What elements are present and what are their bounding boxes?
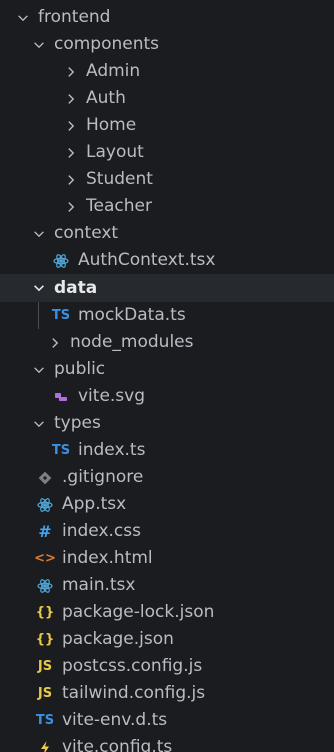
folder-label: Admin	[86, 61, 141, 81]
file-package-json[interactable]: {} package.json	[0, 626, 334, 653]
chevron-right-icon	[62, 117, 80, 135]
file-label: .gitignore	[62, 467, 144, 487]
folder-label: Auth	[86, 88, 126, 108]
folder-home[interactable]: Home	[0, 112, 334, 139]
folder-layout[interactable]: Layout	[0, 139, 334, 166]
file-label: index.css	[62, 521, 141, 541]
folder-components[interactable]: components	[0, 31, 334, 58]
file-main-tsx[interactable]: main.tsx	[0, 572, 334, 599]
file-label: App.tsx	[62, 494, 127, 514]
folder-label: types	[54, 413, 101, 433]
file-label: postcss.config.js	[62, 656, 203, 676]
chevron-down-icon	[14, 9, 32, 27]
folder-label: context	[54, 223, 119, 243]
folder-admin[interactable]: Admin	[0, 58, 334, 85]
folder-label: frontend	[38, 7, 111, 27]
folder-auth[interactable]: Auth	[0, 85, 334, 112]
file-label: vite-env.d.ts	[62, 710, 168, 730]
file-mock-data[interactable]: TS mockData.ts	[0, 302, 334, 329]
typescript-icon: TS	[51, 308, 71, 323]
javascript-icon: JS	[37, 659, 53, 674]
chevron-right-icon	[62, 90, 80, 108]
folder-label: public	[54, 359, 106, 379]
file-label: tailwind.config.js	[62, 683, 206, 703]
chevron-right-icon	[62, 63, 80, 81]
file-label: AuthContext.tsx	[78, 250, 216, 270]
file-label: vite.svg	[78, 386, 146, 406]
folder-label: Student	[86, 169, 153, 189]
file-index-css[interactable]: # index.css	[0, 518, 334, 545]
folder-student[interactable]: Student	[0, 166, 334, 193]
typescript-icon: TS	[35, 713, 55, 728]
react-icon	[50, 253, 72, 269]
folder-frontend[interactable]: frontend	[0, 4, 334, 31]
chevron-right-icon	[62, 171, 80, 189]
svg-file-icon	[50, 389, 72, 405]
folder-data[interactable]: data	[0, 274, 334, 302]
chevron-right-icon	[62, 198, 80, 216]
file-vite-config[interactable]: vite.config.ts	[0, 734, 334, 752]
folder-types[interactable]: types	[0, 410, 334, 437]
file-auth-context[interactable]: AuthContext.tsx	[0, 247, 334, 274]
typescript-icon: TS	[51, 443, 71, 458]
indent-guide	[38, 302, 39, 329]
file-index-html[interactable]: <> index.html	[0, 545, 334, 572]
file-gitignore[interactable]: .gitignore	[0, 464, 334, 491]
folder-teacher[interactable]: Teacher	[0, 193, 334, 220]
chevron-right-icon	[62, 144, 80, 162]
file-app-tsx[interactable]: App.tsx	[0, 491, 334, 518]
file-label: mockData.ts	[78, 305, 186, 325]
file-label: main.tsx	[62, 575, 136, 595]
folder-node-modules[interactable]: node_modules	[0, 329, 334, 356]
folder-label: components	[54, 34, 160, 54]
css-icon: #	[38, 522, 52, 541]
folder-label: node_modules	[70, 332, 194, 352]
chevron-down-icon	[30, 279, 48, 297]
chevron-down-icon	[30, 415, 48, 433]
json-icon: {}	[35, 605, 55, 620]
file-postcss-config[interactable]: JS postcss.config.js	[0, 653, 334, 680]
file-label: vite.config.ts	[62, 737, 173, 752]
file-label: package.json	[62, 629, 174, 649]
folder-context[interactable]: context	[0, 220, 334, 247]
git-icon	[34, 470, 56, 486]
chevron-down-icon	[30, 36, 48, 54]
folder-label: Home	[86, 115, 137, 135]
file-vite-env[interactable]: TS vite-env.d.ts	[0, 707, 334, 734]
folder-public[interactable]: public	[0, 356, 334, 383]
file-package-lock-json[interactable]: {} package-lock.json	[0, 599, 334, 626]
chevron-down-icon	[30, 225, 48, 243]
react-icon	[34, 497, 56, 513]
folder-label: Layout	[86, 142, 144, 162]
file-tailwind-config[interactable]: JS tailwind.config.js	[0, 680, 334, 707]
file-vite-svg[interactable]: vite.svg	[0, 383, 334, 410]
chevron-right-icon	[46, 334, 64, 352]
folder-label: Teacher	[86, 196, 152, 216]
json-icon: {}	[35, 632, 55, 647]
folder-label: data	[54, 278, 98, 298]
file-label: package-lock.json	[62, 602, 215, 622]
chevron-down-icon	[30, 361, 48, 379]
file-label: index.ts	[78, 440, 146, 460]
file-label: index.html	[62, 548, 153, 568]
javascript-icon: JS	[37, 686, 53, 701]
vite-icon	[34, 740, 56, 752]
react-icon	[34, 578, 56, 594]
file-index-ts[interactable]: TS index.ts	[0, 437, 334, 464]
file-explorer: frontend components Admin Auth Home Layo…	[0, 0, 334, 752]
html-icon: <>	[34, 551, 56, 566]
